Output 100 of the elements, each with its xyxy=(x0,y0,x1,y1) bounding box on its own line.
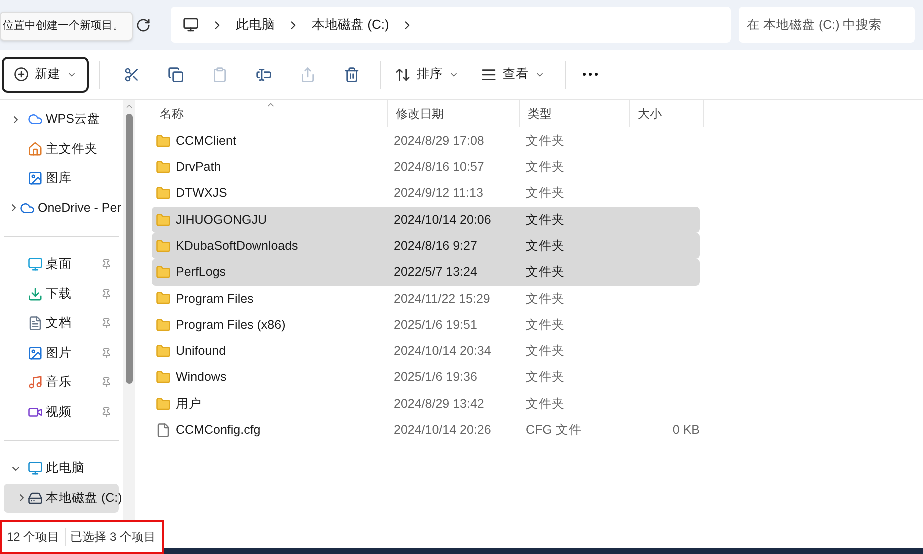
sidebar-label: 音乐 xyxy=(46,374,73,392)
sidebar-item[interactable]: WPS云盘 xyxy=(4,105,119,134)
file-row[interactable]: Program Files (x86) 2025/1/6 19:51 文件夹 xyxy=(152,312,700,338)
date-cell-text: 2024/8/29 17:08 xyxy=(393,132,486,150)
file-name: KDubaSoftDownloads xyxy=(176,238,298,255)
clipboard-icon xyxy=(212,66,228,82)
sidebar-item[interactable]: 主文件夹 xyxy=(4,134,119,164)
type-cell-text: 文件夹 xyxy=(525,159,566,176)
column-header[interactable]: 大小 xyxy=(630,100,704,127)
breadcrumb-bar[interactable]: 此电脑 本地磁盘 (C:) xyxy=(171,7,731,43)
file-row[interactable]: KDubaSoftDownloads 2024/8/16 9:27 文件夹 xyxy=(152,233,700,260)
monitor-icon xyxy=(28,461,43,476)
rename-icon xyxy=(256,66,272,82)
file-row[interactable]: Windows 2025/1/6 19:36 文件夹 xyxy=(152,364,700,391)
tooltip: 位置中创建一个新项目。 xyxy=(0,12,133,41)
sidebar-label: 主文件夹 xyxy=(46,140,99,158)
sidebar-item[interactable]: OneDrive - Per xyxy=(4,194,119,223)
search-field[interactable]: 在 本地磁盘 (C:) 中搜索 xyxy=(739,7,915,43)
file-name: DrvPath xyxy=(176,159,222,176)
type-cell-text: 文件夹 xyxy=(525,316,566,334)
sidebar-item[interactable]: 本地磁盘 (C:) xyxy=(4,484,119,513)
date-cell-text: 2024/10/14 20:06 xyxy=(393,212,492,229)
column-header[interactable]: 类型 xyxy=(520,100,630,127)
column-header[interactable]: 修改日期 xyxy=(388,100,520,127)
home-icon xyxy=(28,142,43,157)
date-cell-text: 2024/10/14 20:26 xyxy=(393,422,492,440)
file-row[interactable]: PerfLogs 2022/5/7 13:24 文件夹 xyxy=(152,259,700,286)
music-icon xyxy=(28,375,43,390)
more-icon xyxy=(582,73,598,76)
monitor-icon[interactable] xyxy=(183,17,199,33)
folder-icon xyxy=(156,238,171,254)
file-row[interactable]: CCMConfig.cfg 2024/10/14 20:26 CFG 文件 0 KB xyxy=(152,417,700,444)
file-name: CCMClient xyxy=(176,132,236,150)
file-name: Unifound xyxy=(176,343,226,360)
file-icon xyxy=(156,422,171,438)
breadcrumb-item[interactable]: 本地磁盘 (C:) xyxy=(312,15,390,35)
column-header[interactable]: 名称 xyxy=(152,100,388,127)
type-cell-text: 文件夹 xyxy=(525,238,566,255)
sort-button[interactable]: 排序 xyxy=(387,56,467,92)
size-cell-text: 0 KB xyxy=(672,422,700,440)
type-cell-text: 文件夹 xyxy=(525,212,566,229)
copy-icon xyxy=(168,66,184,82)
sidebar-label: 视频 xyxy=(46,404,73,421)
view-button[interactable]: 查看 xyxy=(473,56,553,92)
date-cell-text: 2022/5/7 13:24 xyxy=(393,264,478,282)
sidebar-label: 图库 xyxy=(46,170,73,188)
file-row[interactable]: 用户 2024/8/29 13:42 文件夹 xyxy=(152,390,700,418)
sidebar-label: 文档 xyxy=(46,315,73,332)
lines-icon xyxy=(481,66,497,82)
sidebar-item[interactable]: 桌面 xyxy=(4,250,119,280)
file-name: Program Files (x86) xyxy=(176,316,286,334)
file-name: JIHUOGONGJU xyxy=(176,212,267,229)
folder-icon xyxy=(156,265,171,280)
sort-icon xyxy=(395,66,411,82)
sidebar-item[interactable]: 音乐 xyxy=(4,368,119,398)
date-cell-text: 2024/10/14 20:34 xyxy=(393,343,492,360)
folder-icon xyxy=(156,134,171,149)
file-row[interactable]: DTWXJS 2024/9/12 11:13 文件夹 xyxy=(152,180,700,207)
type-cell-text: 文件夹 xyxy=(525,264,566,282)
file-row[interactable]: CCMClient 2024/8/29 17:08 文件夹 xyxy=(152,128,700,154)
folder-icon xyxy=(156,396,171,412)
file-row[interactable]: Unifound 2024/10/14 20:34 文件夹 xyxy=(152,338,700,365)
sidebar-item[interactable]: 图片 xyxy=(4,338,119,368)
type-cell-text: 文件夹 xyxy=(525,369,566,386)
sidebar-label: OneDrive - Per xyxy=(38,200,122,217)
sidebar-item[interactable]: 文档 xyxy=(4,309,119,338)
file-row[interactable]: Program Files 2024/11/22 15:29 文件夹 xyxy=(152,286,700,312)
file-row[interactable]: JIHUOGONGJU 2024/10/14 20:06 文件夹 xyxy=(152,206,700,234)
breadcrumb-item[interactable]: 此电脑 xyxy=(236,15,275,35)
sidebar-item[interactable]: 图库 xyxy=(4,164,119,194)
scrollbar-thumb[interactable] xyxy=(126,114,132,384)
sidebar-label: 图片 xyxy=(46,344,73,362)
file-name: CCMConfig.cfg xyxy=(176,422,261,440)
file-row[interactable]: DrvPath 2024/8/16 10:57 文件夹 xyxy=(152,154,700,181)
document-icon xyxy=(28,316,43,332)
sidebar-label: 此电脑 xyxy=(46,460,86,478)
download-icon xyxy=(28,286,43,302)
sidebar-item[interactable]: 此电脑 xyxy=(4,454,119,484)
folder-icon xyxy=(156,160,171,175)
sidebar-item[interactable]: 视频 xyxy=(4,398,119,427)
add-icon xyxy=(14,67,29,82)
sidebar-item[interactable]: 下载 xyxy=(4,280,119,309)
trash-icon xyxy=(344,66,360,82)
date-cell-text: 2025/1/6 19:36 xyxy=(393,369,478,386)
folder-icon xyxy=(156,291,171,306)
type-cell-text: 文件夹 xyxy=(525,343,566,360)
type-cell-text: 文件夹 xyxy=(525,396,566,413)
date-cell-text: 2024/8/29 13:42 xyxy=(393,396,486,413)
folder-icon xyxy=(156,186,171,202)
folder-icon xyxy=(156,370,171,386)
drive-icon xyxy=(28,490,43,506)
status-text: 已选择 3 个项目 xyxy=(64,528,162,546)
date-cell-text: 2024/9/12 11:13 xyxy=(393,185,484,202)
new-button[interactable]: 新建 xyxy=(2,56,89,92)
cloud-icon xyxy=(20,200,35,216)
file-name: PerfLogs xyxy=(176,264,226,282)
image-icon xyxy=(28,171,43,186)
date-cell-text: 2024/11/22 15:29 xyxy=(393,290,492,308)
date-cell-text: 2024/8/16 9:27 xyxy=(393,238,478,255)
refresh-icon[interactable] xyxy=(136,18,151,32)
